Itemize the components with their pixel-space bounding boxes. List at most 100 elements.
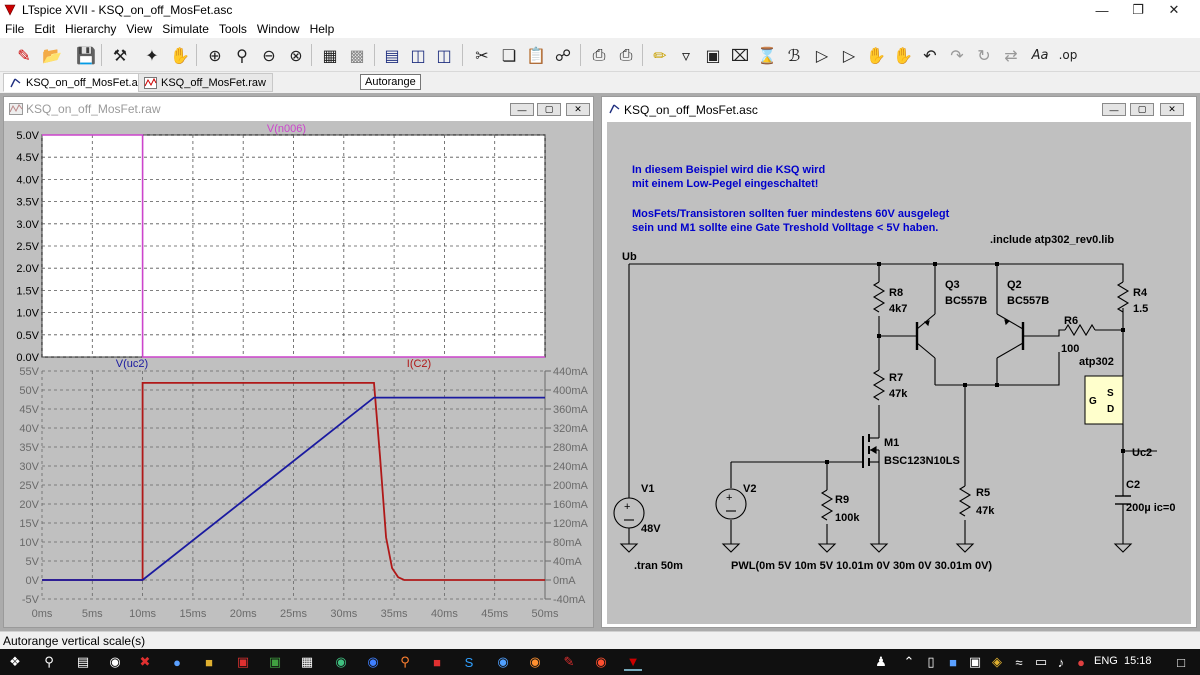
plot-close-button[interactable]: ✕ — [566, 103, 590, 116]
cut-icon[interactable]: ✂ — [470, 43, 494, 67]
taskbar-app-icon[interactable]: ◉ — [364, 653, 382, 671]
capacitor-icon[interactable]: ⌛ — [755, 43, 779, 67]
menu-hierarchy[interactable]: Hierarchy — [60, 22, 121, 36]
find-binoculars-icon[interactable]: ☍ — [551, 43, 575, 67]
menu-help[interactable]: Help — [305, 22, 340, 36]
mirror-icon[interactable]: ⇄ — [999, 43, 1023, 67]
windows-start-icon[interactable]: ❖ — [6, 653, 24, 671]
rotate-icon[interactable]: ↻ — [972, 43, 996, 67]
plot-minimize-button[interactable]: — — [510, 103, 534, 116]
search-icon[interactable]: ⚲ — [40, 653, 58, 671]
taskbar-app-icon[interactable]: ■ — [428, 653, 446, 671]
paste-icon[interactable]: 📋 — [524, 43, 548, 67]
tile-vertical-icon[interactable]: ◫ — [432, 43, 456, 67]
run-simulation-icon[interactable]: ✦ — [140, 43, 164, 67]
resistor-r9[interactable] — [820, 489, 834, 521]
tab-waveform[interactable]: KSQ_off_MosFet.raw — [138, 73, 273, 92]
menu-window[interactable]: Window — [252, 22, 305, 36]
menu-tools[interactable]: Tools — [214, 22, 252, 36]
spice-directive-icon[interactable]: .op — [1056, 43, 1080, 67]
resistor-r8[interactable] — [872, 281, 886, 313]
new-schematic-icon[interactable]: ✎ — [12, 43, 36, 67]
schematic-minimize-button[interactable]: — — [1102, 103, 1126, 116]
text-icon[interactable]: Aa — [1028, 43, 1052, 67]
transistor-q3[interactable] — [915, 313, 936, 359]
antivirus-icon[interactable]: ● — [1072, 653, 1090, 671]
taskbar-app-icon[interactable]: ◉ — [106, 653, 124, 671]
taskbar-app-icon[interactable]: ◉ — [332, 653, 350, 671]
menu-file[interactable]: File — [0, 22, 29, 36]
schematic-canvas[interactable]: In diesem Beispiel wird die KSQ wird mit… — [607, 122, 1191, 624]
taskbar-app-icon[interactable]: ✖ — [136, 653, 154, 671]
tray-chevron-icon[interactable]: ⌃ — [900, 653, 918, 671]
mosfet-m1[interactable] — [862, 432, 880, 468]
draw-wire-icon[interactable]: ✏ — [648, 43, 672, 67]
pwl-source-value[interactable]: PWL(0m 5V 10m 5V 10.01m 0V 30m 0V 30.01m… — [731, 560, 992, 572]
taskbar-app-icon[interactable]: ● — [168, 653, 186, 671]
cascade-windows-icon[interactable]: ◫ — [406, 43, 430, 67]
menu-view[interactable]: View — [121, 22, 157, 36]
zoom-out-icon[interactable]: ⊖ — [257, 43, 281, 67]
tran-directive[interactable]: .tran 50m — [634, 560, 683, 572]
close-button[interactable]: ✕ — [1154, 0, 1194, 20]
inductor-icon[interactable]: ℬ — [782, 43, 806, 67]
tray-app-icon[interactable]: ■ — [944, 653, 962, 671]
speaker-icon[interactable]: ♪ — [1052, 653, 1070, 671]
drag-hand-icon[interactable]: ✋ — [891, 43, 915, 67]
tray-app-icon[interactable]: ◈ — [988, 653, 1006, 671]
resistor-icon[interactable]: ⌧ — [728, 43, 752, 67]
print-icon[interactable]: ⎙ — [587, 43, 611, 67]
taskbar-app-icon[interactable]: ⚲ — [396, 653, 414, 671]
ground-icon[interactable]: ▿ — [674, 43, 698, 67]
component-u1[interactable]: G S D — [1084, 375, 1124, 425]
calculator-icon[interactable]: ▦ — [298, 653, 316, 671]
grid-icon[interactable]: ▩ — [345, 43, 369, 67]
taskbar-app-icon[interactable]: ◉ — [592, 653, 610, 671]
wifi-icon[interactable]: ≈ — [1010, 653, 1028, 671]
firefox-icon[interactable]: ◉ — [526, 653, 544, 671]
menu-simulate[interactable]: Simulate — [157, 22, 214, 36]
ltspice-taskbar-icon[interactable]: ▼ — [624, 653, 642, 671]
taskbar-app-icon[interactable]: ◉ — [494, 653, 512, 671]
label-net-icon[interactable]: ▣ — [701, 43, 725, 67]
zoom-cancel-icon[interactable]: ⊗ — [284, 43, 308, 67]
menu-edit[interactable]: Edit — [29, 22, 60, 36]
move-hand-icon[interactable]: ✋ — [864, 43, 888, 67]
restore-button[interactable]: ❐ — [1118, 0, 1158, 20]
autorange-icon[interactable]: ▦ — [318, 43, 342, 67]
undo-icon[interactable]: ↶ — [918, 43, 942, 67]
open-folder-icon[interactable]: 📂 — [40, 43, 64, 67]
component-icon[interactable]: ▷ — [837, 43, 861, 67]
schematic-maximize-button[interactable]: ▢ — [1130, 103, 1154, 116]
resistor-r5[interactable] — [958, 485, 972, 517]
resistor-r7[interactable] — [872, 369, 886, 401]
taskbar-app-icon[interactable]: ▣ — [266, 653, 284, 671]
tray-app-icon[interactable]: ▣ — [966, 653, 984, 671]
battery-icon[interactable]: ▭ — [1032, 653, 1050, 671]
copy-icon[interactable]: ❏ — [497, 43, 521, 67]
redo-icon[interactable]: ↷ — [945, 43, 969, 67]
transistor-q2[interactable] — [996, 313, 1025, 359]
diode-icon[interactable]: ▷ — [810, 43, 834, 67]
schematic-close-button[interactable]: ✕ — [1160, 103, 1184, 116]
notifications-icon[interactable]: □ — [1172, 653, 1190, 671]
language-indicator[interactable]: ENG — [1094, 655, 1118, 667]
zoom-in-icon[interactable]: ⊕ — [203, 43, 227, 67]
print-setup-icon[interactable]: ⎙ — [614, 43, 638, 67]
resistor-r6[interactable] — [1064, 323, 1096, 337]
spice-include-directive[interactable]: .include atp302_rev0.lib — [990, 234, 1114, 246]
taskbar-app-icon[interactable]: ✎ — [560, 653, 578, 671]
skype-icon[interactable]: S — [460, 653, 478, 671]
voltage-source-v2[interactable]: + — [715, 488, 747, 520]
halt-hand-icon[interactable]: ✋ — [168, 43, 192, 67]
control-panel-icon[interactable]: ⚒ — [108, 43, 132, 67]
resistor-r4[interactable] — [1116, 281, 1130, 313]
taskbar-app-icon[interactable]: ▣ — [234, 653, 252, 671]
minimize-button[interactable]: — — [1082, 0, 1122, 20]
zoom-area-icon[interactable]: ⚲ — [230, 43, 254, 67]
plot-maximize-button[interactable]: ▢ — [537, 103, 561, 116]
save-icon[interactable]: 💾 — [74, 43, 98, 67]
voltage-source-v1[interactable]: + — [613, 497, 645, 529]
tile-horizontal-icon[interactable]: ▤ — [380, 43, 404, 67]
taskbar-app-icon[interactable]: ■ — [200, 653, 218, 671]
